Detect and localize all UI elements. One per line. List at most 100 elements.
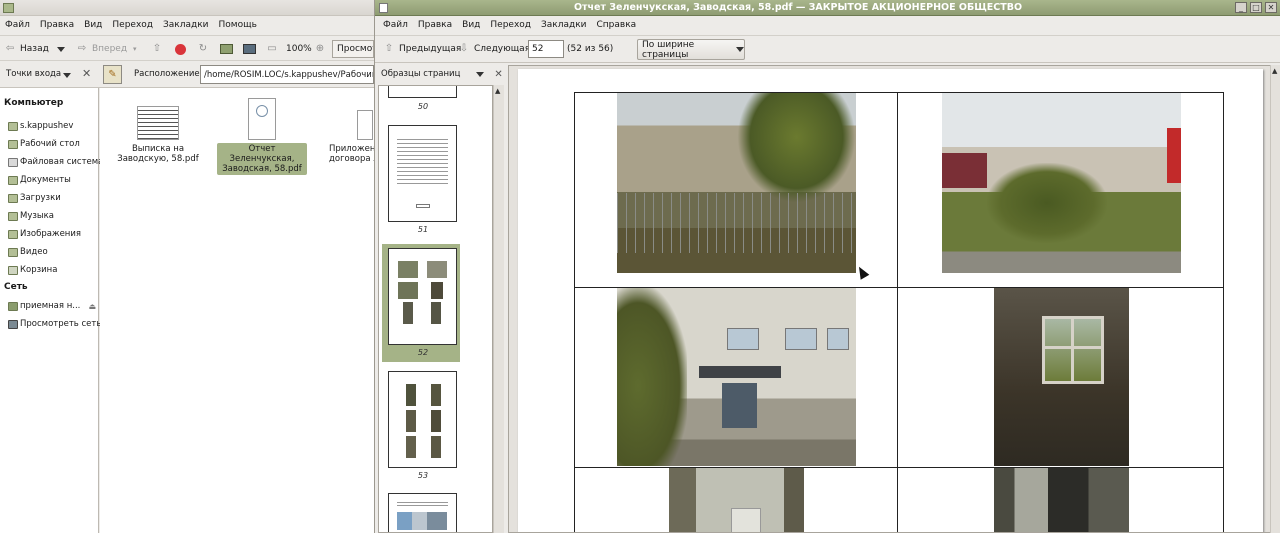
- thumbnail-photo: [427, 261, 447, 278]
- minimize-button[interactable]: _: [1235, 2, 1247, 13]
- fm-menu-view[interactable]: Вид: [79, 20, 107, 30]
- fm-titlebar[interactable]: [0, 0, 374, 16]
- chevron-down-icon: [63, 73, 71, 78]
- back-label: Назад: [20, 44, 49, 54]
- sidebar-item-label: Рабочий стол: [20, 139, 80, 149]
- close-sidebar-icon[interactable]: ✕: [82, 67, 91, 80]
- places-label[interactable]: Точки входа: [6, 69, 61, 79]
- back-arrow-icon: ⇦: [5, 43, 15, 54]
- sidebar-item-filesystem[interactable]: Файловая система: [8, 155, 103, 169]
- sidebar-item-browse-network[interactable]: Просмотреть сеть: [8, 317, 101, 331]
- sidebar-heading-computer: Компьютер: [4, 98, 64, 108]
- eject-icon[interactable]: ⏏: [88, 302, 96, 311]
- thumbnail-photo: [406, 436, 416, 458]
- fm-menu-edit[interactable]: Правка: [35, 20, 79, 30]
- thumbnail-photo: [406, 384, 416, 406]
- view-mode-combo[interactable]: Просмот: [332, 40, 374, 58]
- thumbnail-stamp: [415, 204, 430, 208]
- page-thumbnail[interactable]: [388, 371, 457, 468]
- ev-menu-view[interactable]: Вид: [457, 20, 485, 30]
- sidebar-item-videos[interactable]: Видео: [8, 245, 48, 259]
- page-number-input[interactable]: 52: [528, 40, 564, 58]
- zoom-in-button[interactable]: ⊕: [314, 41, 330, 57]
- reload-button[interactable]: ↻: [197, 41, 213, 57]
- document-scrollbar[interactable]: ▲: [1270, 65, 1280, 533]
- page-thumbnail-number: 50: [417, 102, 429, 111]
- home-button[interactable]: [220, 41, 233, 57]
- stop-button[interactable]: [175, 41, 186, 57]
- sidebar-item-pictures[interactable]: Изображения: [8, 227, 81, 241]
- pdf-file-icon: [137, 106, 179, 140]
- fm-menu-help[interactable]: Помощь: [214, 20, 262, 30]
- trash-icon: [8, 265, 18, 275]
- places-dropdown[interactable]: [63, 71, 71, 81]
- scroll-up-icon[interactable]: ▲: [1272, 67, 1277, 75]
- zoom-select[interactable]: По ширине страницы: [637, 39, 745, 60]
- next-page-button[interactable]: ⇩ Следующая: [458, 41, 530, 57]
- page-thumbnail[interactable]: [388, 125, 457, 222]
- thumbnail-photo: [431, 384, 441, 406]
- folder-icon: [8, 121, 18, 131]
- ev-menu-file[interactable]: Файл: [378, 20, 413, 30]
- previous-page-button[interactable]: ⇧ Предыдущая: [383, 41, 462, 57]
- folder-icon: [8, 175, 18, 185]
- network-icon: [8, 319, 18, 329]
- pdf-file-icon: [248, 98, 276, 140]
- back-button[interactable]: ⇦ Назад: [4, 41, 49, 57]
- page-thumbnail[interactable]: [388, 86, 457, 98]
- computer-button[interactable]: [243, 41, 256, 57]
- back-history-dropdown[interactable]: [57, 41, 65, 57]
- forward-button[interactable]: ⇨ Вперед: [76, 41, 127, 57]
- fm-menu-bookmarks[interactable]: Закладки: [158, 20, 214, 30]
- maximize-button[interactable]: □: [1250, 2, 1262, 13]
- sidebar-item-home[interactable]: s.kappushev: [8, 119, 73, 133]
- up-button[interactable]: ⇧: [151, 41, 167, 57]
- ev-menu-edit[interactable]: Правка: [413, 20, 457, 30]
- ev-menu-go[interactable]: Переход: [485, 20, 536, 30]
- location-label: Расположение:: [134, 69, 203, 79]
- chevron-down-icon: [736, 47, 744, 52]
- sidebar-item-downloads[interactable]: Загрузки: [8, 191, 61, 205]
- scroll-up-icon[interactable]: ▲: [495, 87, 500, 95]
- file-item[interactable]: Приложен договора л: [321, 110, 374, 165]
- file-manager-window: Файл Правка Вид Переход Закладки Помощь …: [0, 0, 374, 533]
- fm-menu-file[interactable]: Файл: [0, 20, 35, 30]
- chevron-down-icon[interactable]: [476, 71, 485, 77]
- forward-history-dropdown[interactable]: ▾: [133, 41, 137, 57]
- thumbnail-photo: [397, 512, 447, 530]
- thumbnail-scrollbar[interactable]: ▲: [493, 85, 504, 533]
- fm-menubar: Файл Правка Вид Переход Закладки Помощь: [0, 16, 374, 34]
- document-view[interactable]: [508, 65, 1271, 533]
- page-count-text: (52 из 56): [567, 44, 614, 54]
- thumbnail-text-lines: [397, 500, 448, 508]
- sidebar-item-music[interactable]: Музыка: [8, 209, 54, 223]
- file-item[interactable]: Выписка на Заводскую, 58.pdf: [113, 106, 203, 165]
- side-panel-title[interactable]: Образцы страниц: [381, 69, 460, 79]
- close-button[interactable]: ✕: [1265, 2, 1277, 13]
- previous-page-label: Предыдущая: [399, 44, 462, 54]
- page-thumbnail-selected[interactable]: [388, 248, 457, 345]
- sidebar-item-documents[interactable]: Документы: [8, 173, 71, 187]
- up-arrow-icon: ⇧: [384, 43, 394, 54]
- zoom-out-button[interactable]: ▭: [266, 41, 282, 57]
- forward-label: Вперед: [92, 44, 128, 54]
- fm-menu-go[interactable]: Переход: [107, 20, 158, 30]
- sidebar-item-desktop[interactable]: Рабочий стол: [8, 137, 80, 151]
- table-border: [897, 92, 898, 532]
- close-panel-icon[interactable]: ✕: [494, 69, 502, 80]
- ev-menu-bookmarks[interactable]: Закладки: [536, 20, 592, 30]
- ev-toolbar: ⇧ Предыдущая ⇩ Следующая 52 (52 из 56) П…: [375, 35, 1280, 63]
- pdf-page: [518, 69, 1263, 532]
- fm-toolbar: ⇦ Назад ⇨ Вперед ▾ ⇧ ↻ ▭ 100% ⊕ Просмот: [0, 35, 374, 61]
- page-thumbnail[interactable]: [388, 493, 457, 532]
- ev-menu-help[interactable]: Справка: [592, 20, 642, 30]
- file-item-selected[interactable]: Отчет Зеленчукская, Заводская, 58.pdf: [217, 98, 307, 175]
- thumbnail-photo: [403, 302, 413, 324]
- building-photo: [617, 93, 856, 273]
- edit-location-button[interactable]: ✎: [103, 65, 122, 84]
- thumbnail-photo: [398, 261, 418, 278]
- location-input[interactable]: /home/ROSIM.LOC/s.kappushev/Рабочий сто: [200, 65, 374, 84]
- sidebar-item-trash[interactable]: Корзина: [8, 263, 57, 277]
- ev-titlebar[interactable]: Отчет Зеленчукская, Заводская, 58.pdf — …: [375, 0, 1280, 16]
- sidebar-item-network-share[interactable]: приемная н... ⏏: [8, 299, 96, 313]
